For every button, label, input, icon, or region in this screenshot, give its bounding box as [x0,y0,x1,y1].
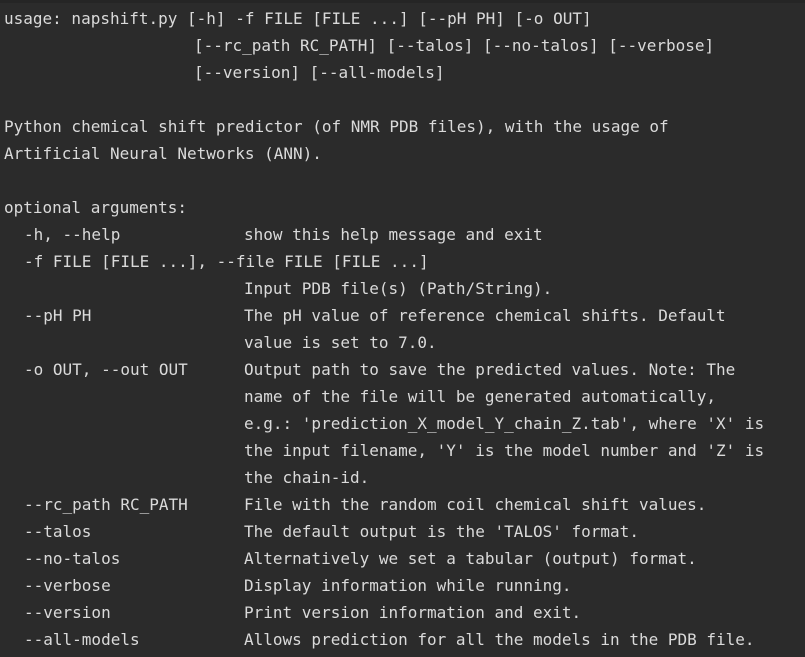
arg-desc: The default output is the 'TALOS' format… [244,522,639,541]
arg-desc: Output path to save the predicted values… [244,360,736,379]
arg-name: --rc_path RC_PATH [24,495,188,514]
arg-name: --pH PH [24,306,92,325]
arg-name: -h, --help [24,225,121,244]
arg-desc: The pH value of reference chemical shift… [244,306,726,325]
arg-name: --verbose [24,576,111,595]
arg-desc: the input filename, 'Y' is the model num… [244,441,765,460]
arg-desc: Alternatively we set a tabular (output) … [244,549,697,568]
arg-desc: Input PDB file(s) (Path/String). [244,279,553,298]
arg-desc: Print version information and exit. [244,603,582,622]
arg-row-file: -f FILE [FILE ...], --file FILE [FILE ..… [4,248,714,275]
arg-name: --talos [24,522,92,541]
arg-row-file-desc: Input PDB file(s) (Path/String). [4,275,714,302]
arg-name: --version [24,603,111,622]
terminal-output[interactable]: usage: napshift.py [-h] -f FILE [FILE ..… [0,0,805,657]
help-text: usage: napshift.py [-h] -f FILE [FILE ..… [4,5,764,653]
arg-row-all-models: --all-models Allows prediction for all t… [4,626,755,653]
section-header: optional arguments: [4,198,188,217]
usage-line-1: usage: napshift.py [-h] -f FILE [FILE ..… [4,9,592,28]
arg-name: --all-models [24,630,140,649]
arg-row-ph-cont: value is set to 7.0. [4,329,714,356]
arg-row-no-talos: --no-talos Alternatively we set a tabula… [4,545,714,572]
arg-desc: Display information while running. [244,576,572,595]
arg-row-help: -h, --help show this help message and ex… [4,221,714,248]
arg-desc: the chain-id. [244,468,370,487]
arg-desc: show this help message and exit [244,225,543,244]
arg-name: -f FILE [FILE ...], --file FILE [FILE ..… [24,252,429,271]
top-border [0,0,805,3]
description-line-1: Python chemical shift predictor (of NMR … [4,117,669,136]
arg-desc: File with the random coil chemical shift… [244,495,707,514]
arg-row-version: --version Print version information and … [4,599,714,626]
description-line-2: Artificial Neural Networks (ANN). [4,144,322,163]
arg-name: --no-talos [24,549,121,568]
arg-desc: value is set to 7.0. [244,333,437,352]
arg-row-out-cont: the chain-id. [4,464,714,491]
arg-row-ph: --pH PH The pH value of reference chemic… [4,302,726,329]
arg-desc: e.g.: 'prediction_X_model_Y_chain_Z.tab'… [244,414,765,433]
arg-row-out-cont: the input filename, 'Y' is the model num… [4,437,764,464]
arg-name: -o OUT, --out OUT [24,360,188,379]
usage-line-3: [--version] [--all-models] [194,63,445,82]
usage-line-2: [--rc_path RC_PATH] [--talos] [--no-talo… [194,36,715,55]
arg-row-talos: --talos The default output is the 'TALOS… [4,518,714,545]
arg-row-out-cont: e.g.: 'prediction_X_model_Y_chain_Z.tab'… [4,410,764,437]
arg-row-rc-path: --rc_path RC_PATH File with the random c… [4,491,714,518]
arg-row-verbose: --verbose Display information while runn… [4,572,714,599]
arg-row-out: -o OUT, --out OUT Output path to save th… [4,356,735,383]
arg-desc: Allows prediction for all the models in … [244,630,755,649]
arg-row-out-cont: name of the file will be generated autom… [4,383,717,410]
arg-desc: name of the file will be generated autom… [244,387,717,406]
